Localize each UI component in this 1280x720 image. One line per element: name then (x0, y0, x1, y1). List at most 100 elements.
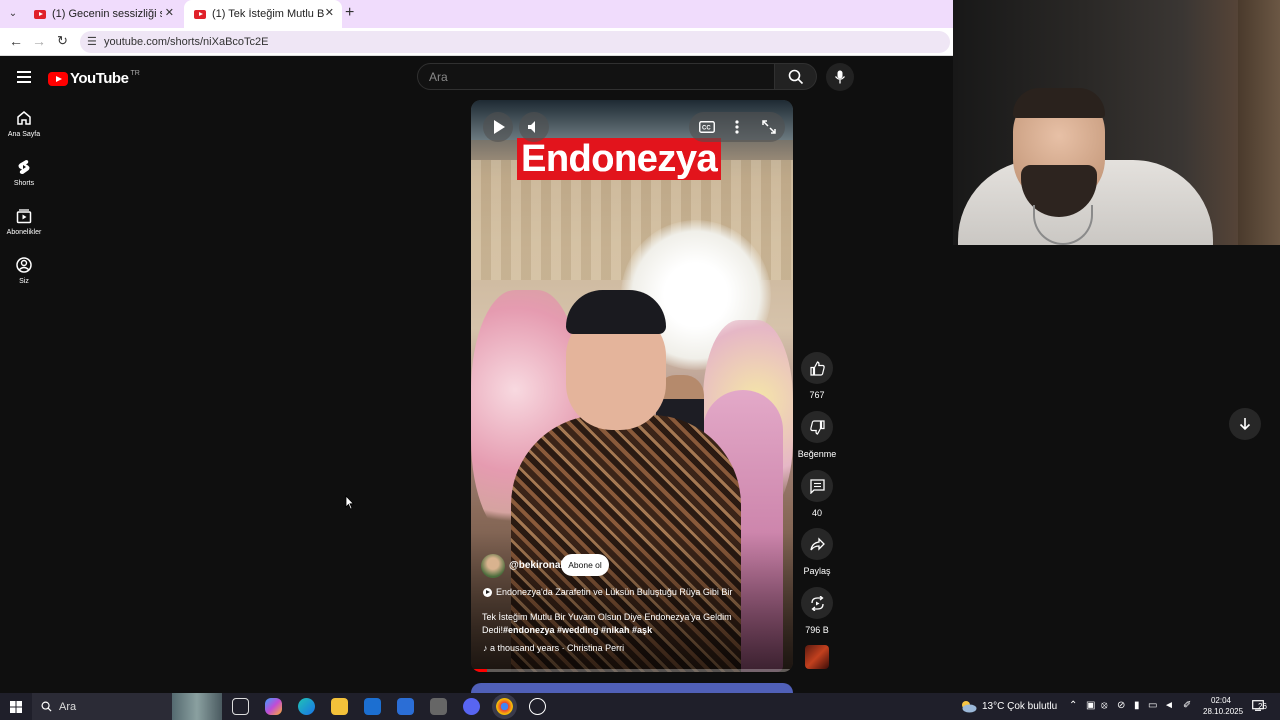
back-icon[interactable]: ← (9, 33, 23, 49)
tab-title: (1) Gecenin sessizliği seni güçlü (52, 8, 162, 20)
related-video-title: Endonezya'da Zarafetin ve Lüksün Buluştu… (496, 587, 733, 597)
file-explorer-icon[interactable] (331, 698, 348, 715)
youtube-logo[interactable]: YouTube TR (48, 70, 140, 87)
share-button[interactable]: Paylaş (797, 528, 837, 576)
taskbar-search-placeholder: Ara (59, 701, 77, 713)
shorts-video-player[interactable]: Endonezya CC @bekironal Abone ol Endonez… (471, 100, 793, 672)
related-video-link[interactable]: Endonezya'da Zarafetin ve Lüksün Buluştu… (483, 587, 732, 597)
comment-count: 40 (811, 508, 822, 518)
music-title: a thousand years · Christina Perri (490, 643, 625, 653)
play-button[interactable] (483, 112, 513, 142)
volume-tray-icon[interactable]: ◄ (1164, 700, 1174, 711)
youtube-play-icon (48, 71, 68, 86)
search-highlight-image (172, 693, 222, 720)
presenter-hair (566, 290, 666, 334)
tray-network-off-icon[interactable]: ⊘ (1117, 700, 1125, 711)
like-button[interactable]: 767 (797, 352, 837, 400)
tab-inactive[interactable]: (1) Gecenin sessizliği seni güçlü ✕ (24, 0, 182, 28)
tab-search-chevron-icon[interactable]: ⌄ (4, 5, 22, 23)
display-tray-icon[interactable]: ▭ (1148, 700, 1157, 711)
search-button[interactable] (775, 63, 817, 90)
close-tab-icon[interactable]: ✕ (325, 6, 334, 19)
tray-muted-icon[interactable]: ⦻ (1101, 700, 1108, 711)
svg-text:CC: CC (702, 126, 711, 132)
clock-date[interactable]: 28.10.2025 (1203, 707, 1243, 716)
dislike-button[interactable]: Beğenme (794, 411, 840, 459)
tray-app-icon[interactable]: ▣ (1086, 700, 1095, 711)
comments-button[interactable]: 40 (797, 470, 837, 518)
site-info-icon[interactable]: ☰ (87, 35, 97, 48)
url-text: youtube.com/shorts/niXaBcoTc2E (104, 36, 269, 48)
voice-search-button[interactable] (826, 63, 854, 91)
sound-thumbnail[interactable] (805, 645, 829, 669)
weather-text[interactable]: 13°C Çok bulutlu (982, 701, 1057, 712)
discord-icon[interactable] (463, 698, 480, 715)
captions-icon[interactable]: CC (699, 121, 715, 133)
reload-icon[interactable]: ↻ (57, 33, 68, 49)
microphone-icon (834, 70, 846, 84)
remix-button[interactable]: 796 B (797, 587, 837, 635)
sidebar-item-shorts[interactable]: Shorts (0, 158, 48, 187)
tab-strip: ⌄ (1) Gecenin sessizliği seni güçlü ✕ (1… (0, 0, 953, 28)
channel-avatar[interactable] (481, 554, 505, 578)
share-icon (809, 536, 825, 551)
channel-name[interactable]: @bekironal (509, 560, 563, 571)
home-icon (17, 111, 31, 125)
forward-icon[interactable]: → (32, 33, 46, 49)
thumbs-up-icon (809, 360, 825, 376)
next-short-button[interactable] (1229, 408, 1261, 440)
sidebar-item-subscriptions[interactable]: Abonelikler (0, 207, 48, 236)
url-field[interactable]: ☰ youtube.com/shorts/niXaBcoTc2E (80, 31, 950, 53)
arrow-down-icon (1239, 418, 1251, 431)
microsoft-store-icon[interactable] (364, 698, 381, 715)
show-hidden-icons-chevron-icon[interactable]: ⌃ (1069, 700, 1077, 711)
edge-browser-icon[interactable] (298, 698, 315, 715)
sidebar-item-label: Siz (19, 278, 29, 285)
close-tab-icon[interactable]: ✕ (165, 6, 174, 19)
weather-cloud-icon (962, 701, 977, 713)
more-options-icon[interactable] (735, 120, 739, 134)
new-tab-icon[interactable]: + (345, 4, 354, 22)
tab-active[interactable]: (1) Tek İsteğim Mutlu Bir Yuvam ✕ (184, 0, 342, 28)
youtube-favicon-icon (34, 9, 46, 19)
microphone-tray-icon[interactable]: ▮ (1134, 700, 1140, 711)
sidebar-item-you[interactable]: Siz (0, 256, 48, 285)
volume-button[interactable] (519, 112, 549, 142)
dislike-label: Beğenme (797, 449, 837, 459)
webcam-background-door (1238, 0, 1280, 245)
task-view-icon[interactable] (232, 698, 249, 715)
taskbar-search[interactable]: Ara (32, 693, 222, 720)
video-progress-bar[interactable] (471, 669, 793, 672)
photos-icon[interactable] (430, 698, 447, 715)
video-description[interactable]: Tek İsteğim Mutlu Bir Yuvam Olsun Diye E… (482, 611, 752, 637)
youtube-header: YouTube TR Ara (0, 58, 953, 98)
notification-count: 26 (1258, 702, 1267, 711)
video-overlay-title: Endonezya (511, 136, 727, 183)
clock-time[interactable]: 02:04 (1203, 696, 1231, 705)
search-placeholder: Ara (429, 70, 448, 84)
description-hashtags[interactable]: #endonezya #wedding #nikah #aşk (503, 625, 652, 635)
search-icon (41, 701, 52, 712)
next-video-preview[interactable] (471, 683, 793, 693)
subscribe-button[interactable]: Abone ol (561, 554, 609, 576)
sidebar-item-home[interactable]: Ana Sayfa (0, 109, 48, 138)
sidebar-item-label: Shorts (13, 180, 35, 187)
play-circle-icon (483, 587, 492, 597)
mail-icon[interactable] (397, 698, 414, 715)
sidebar-item-label: Ana Sayfa (7, 131, 41, 138)
menu-icon[interactable] (17, 71, 31, 86)
fullscreen-icon[interactable] (762, 120, 776, 134)
play-icon (494, 120, 505, 134)
search-input[interactable]: Ara (417, 63, 775, 90)
pen-tray-icon[interactable]: ✐ (1183, 700, 1191, 711)
obs-studio-icon[interactable] (529, 698, 546, 715)
windows-start-icon[interactable] (10, 701, 22, 713)
comment-icon (809, 478, 825, 494)
chrome-icon[interactable] (496, 698, 513, 715)
remix-icon (810, 595, 824, 611)
video-progress-fill (471, 669, 488, 672)
youtube-favicon-icon (194, 9, 206, 19)
share-label: Paylaş (803, 566, 831, 576)
music-link[interactable]: ♪ a thousand years · Christina Perri (483, 643, 624, 653)
copilot-icon[interactable] (265, 698, 282, 715)
